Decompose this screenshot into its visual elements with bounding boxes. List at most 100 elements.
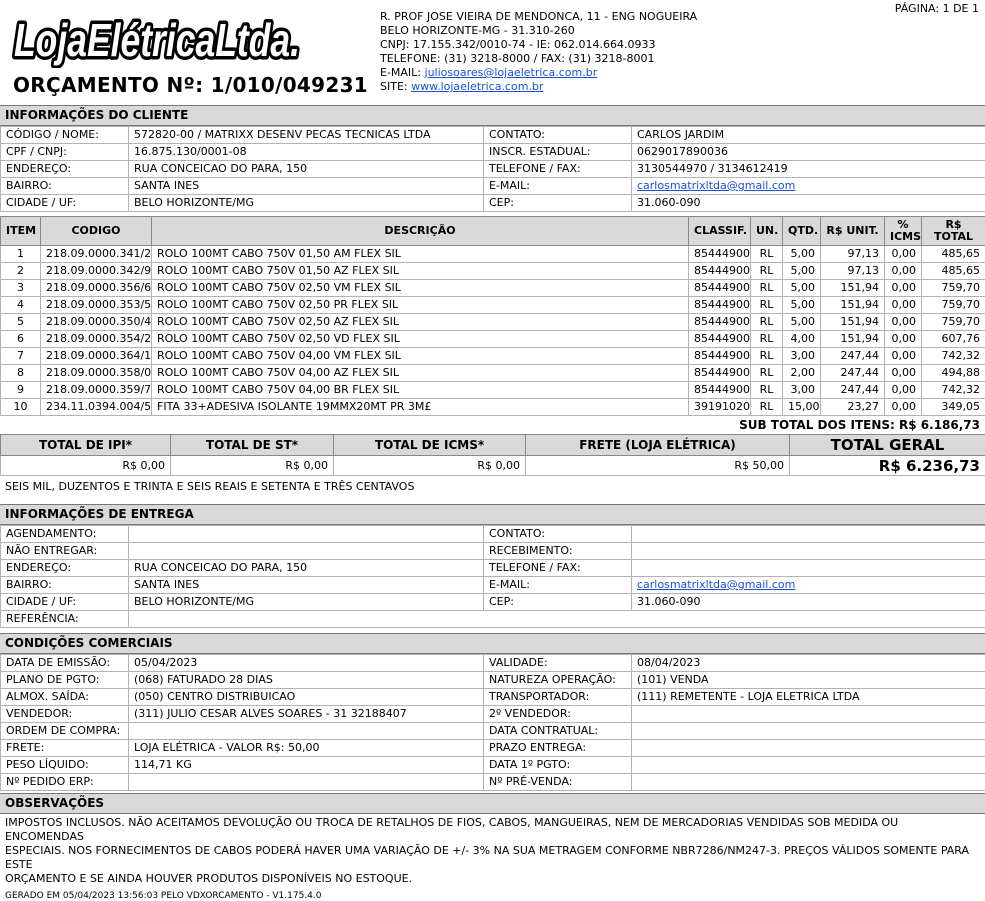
items-table: ITEM CODIGO DESCRIÇÃO CLASSIF. UN. QTD. … [0, 216, 985, 416]
total-geral-label: TOTAL GERAL [790, 435, 985, 456]
cell-unit: 23,27 [821, 399, 885, 416]
company-email-link[interactable]: juliosoares@lojaeletrica.com.br [425, 66, 598, 79]
field-value [632, 526, 985, 543]
cell-unit: 151,94 [821, 297, 885, 314]
cell-total: 494,88 [922, 365, 985, 382]
field-value: 0629017890036 [632, 144, 985, 161]
cell-item: 5 [1, 314, 41, 331]
info-row: NÃO ENTREGAR:RECEBIMENTO: [1, 543, 985, 560]
field-label: CPF / CNPJ: [1, 144, 129, 161]
info-row: ORDEM DE COMPRA:DATA CONTRATUAL: [1, 723, 985, 740]
company-info: R. PROF JOSE VIEIRA DE MENDONCA, 11 - EN… [380, 10, 697, 94]
totals-value-row: R$ 0,00 R$ 0,00 R$ 0,00 R$ 50,00 R$ 6.23… [1, 456, 985, 476]
cell-descricao: ROLO 100MT CABO 750V 02,50 AZ FLEX SIL [152, 314, 689, 331]
items-subtotal: SUB TOTAL DOS ITENS: R$ 6.186,73 [0, 416, 985, 434]
cell-descricao: ROLO 100MT CABO 750V 02,50 VD FLEX SIL [152, 331, 689, 348]
field-value [632, 723, 985, 740]
cell-item: 6 [1, 331, 41, 348]
field-label: RECEBIMENTO: [484, 543, 632, 560]
cell-qtd: 5,00 [783, 297, 821, 314]
info-row: VENDEDOR:(311) JULIO CESAR ALVES SOARES … [1, 706, 985, 723]
cell-total: 349,05 [922, 399, 985, 416]
cell-icms: 0,00 [885, 382, 922, 399]
client-info-table: CÓDIGO / NOME:572820-00 / MATRIXX DESENV… [0, 126, 985, 212]
field-label: 2º VENDEDOR: [484, 706, 632, 723]
cell-descricao: ROLO 100MT CABO 750V 02,50 VM FLEX SIL [152, 280, 689, 297]
table-row: 4218.09.0000.353/5ROLO 100MT CABO 750V 0… [1, 297, 985, 314]
cell-un: RL [751, 382, 783, 399]
cell-unit: 247,44 [821, 348, 885, 365]
info-row: CIDADE / UF:BELO HORIZONTE/MGCEP:31.060-… [1, 195, 985, 212]
frete-value: R$ 50,00 [526, 456, 790, 476]
col-total: R$TOTAL [922, 217, 985, 246]
cell-item: 2 [1, 263, 41, 280]
cell-codigo: 218.09.0000.359/7 [41, 382, 152, 399]
cell-item: 1 [1, 246, 41, 263]
field-label: TRANSPORTADOR: [484, 689, 632, 706]
col-unit: R$ UNIT. [821, 217, 885, 246]
cell-classif: 85444900 [689, 280, 751, 297]
field-label: AGENDAMENTO: [1, 526, 129, 543]
table-row: 6218.09.0000.354/2ROLO 100MT CABO 750V 0… [1, 331, 985, 348]
cell-un: RL [751, 399, 783, 416]
table-row: 10234.11.0394.004/5FITA 33+ADESIVA ISOLA… [1, 399, 985, 416]
cell-total: 742,32 [922, 382, 985, 399]
cell-total: 742,32 [922, 348, 985, 365]
cell-un: RL [751, 297, 783, 314]
field-value: (068) FATURADO 28 DIAS [129, 672, 484, 689]
cell-un: RL [751, 348, 783, 365]
cell-icms: 0,00 [885, 263, 922, 280]
field-label: PESO LÍQUIDO: [1, 757, 129, 774]
cell-item: 9 [1, 382, 41, 399]
col-codigo: CODIGO [41, 217, 152, 246]
quote-number: ORÇAMENTO Nº: 1/010/049231 [13, 73, 368, 97]
cell-total: 759,70 [922, 297, 985, 314]
email-link[interactable]: carlosmatrixltda@gmail.com [637, 578, 795, 591]
total-geral-value: R$ 6.236,73 [790, 456, 985, 476]
company-logo: LojaElétricaLtda. LojaElétricaLtda. [12, 10, 304, 68]
total-st-label: TOTAL DE ST* [171, 435, 334, 456]
cell-icms: 0,00 [885, 280, 922, 297]
cell-descricao: ROLO 100MT CABO 750V 01,50 AM FLEX SIL [152, 246, 689, 263]
cell-unit: 247,44 [821, 365, 885, 382]
delivery-info-table: AGENDAMENTO:CONTATO:NÃO ENTREGAR:RECEBIM… [0, 525, 985, 628]
field-value: (311) JULIO CESAR ALVES SOARES - 31 3218… [129, 706, 484, 723]
field-label: FRETE: [1, 740, 129, 757]
total-icms-label: TOTAL DE ICMS* [334, 435, 526, 456]
field-label: ENDEREÇO: [1, 161, 129, 178]
table-row: 7218.09.0000.364/1ROLO 100MT CABO 750V 0… [1, 348, 985, 365]
cell-descricao: ROLO 100MT CABO 750V 04,00 BR FLEX SIL [152, 382, 689, 399]
col-descricao: DESCRIÇÃO [152, 217, 689, 246]
cell-qtd: 5,00 [783, 280, 821, 297]
cell-icms: 0,00 [885, 246, 922, 263]
email-link[interactable]: carlosmatrixltda@gmail.com [637, 179, 795, 192]
field-label: CEP: [484, 594, 632, 611]
field-value: 31.060-090 [632, 594, 985, 611]
field-label: VALIDADE: [484, 655, 632, 672]
cell-total: 485,65 [922, 263, 985, 280]
company-phones: TELEFONE: (31) 3218-8000 / FAX: (31) 321… [380, 52, 697, 66]
field-label: DATA DE EMISSÃO: [1, 655, 129, 672]
cell-classif: 85444900 [689, 246, 751, 263]
field-value: BELO HORIZONTE/MG [129, 195, 484, 212]
field-label: BAIRRO: [1, 178, 129, 195]
field-value: 16.875.130/0001-08 [129, 144, 484, 161]
cell-icms: 0,00 [885, 365, 922, 382]
cell-classif: 85444900 [689, 348, 751, 365]
table-row: 2218.09.0000.342/9ROLO 100MT CABO 750V 0… [1, 263, 985, 280]
field-label: CEP: [484, 195, 632, 212]
total-icms-value: R$ 0,00 [334, 456, 526, 476]
delivery-reference-row: REFERÊNCIA: [1, 611, 985, 628]
observations-line-3: ORÇAMENTO E SE AINDA HOUVER PRODUTOS DIS… [5, 872, 980, 886]
generated-footer: GERADO EM 05/04/2023 13:56:03 PELO VDXOR… [0, 891, 985, 901]
field-value: SANTA INES [129, 178, 484, 195]
cell-un: RL [751, 331, 783, 348]
company-site-link[interactable]: www.lojaeletrica.com.br [411, 80, 543, 93]
cell-un: RL [751, 246, 783, 263]
cell-descricao: FITA 33+ADESIVA ISOLANTE 19MMX20MT PR 3M… [152, 399, 689, 416]
field-label: CÓDIGO / NOME: [1, 127, 129, 144]
field-value: RUA CONCEICAO DO PARA, 150 [129, 161, 484, 178]
field-label: Nº PEDIDO ERP: [1, 774, 129, 791]
info-row: ALMOX. SAÍDA:(050) CENTRO DISTRIBUICAOTR… [1, 689, 985, 706]
commercial-section-title: CONDIÇÕES COMERCIAIS [0, 633, 985, 654]
